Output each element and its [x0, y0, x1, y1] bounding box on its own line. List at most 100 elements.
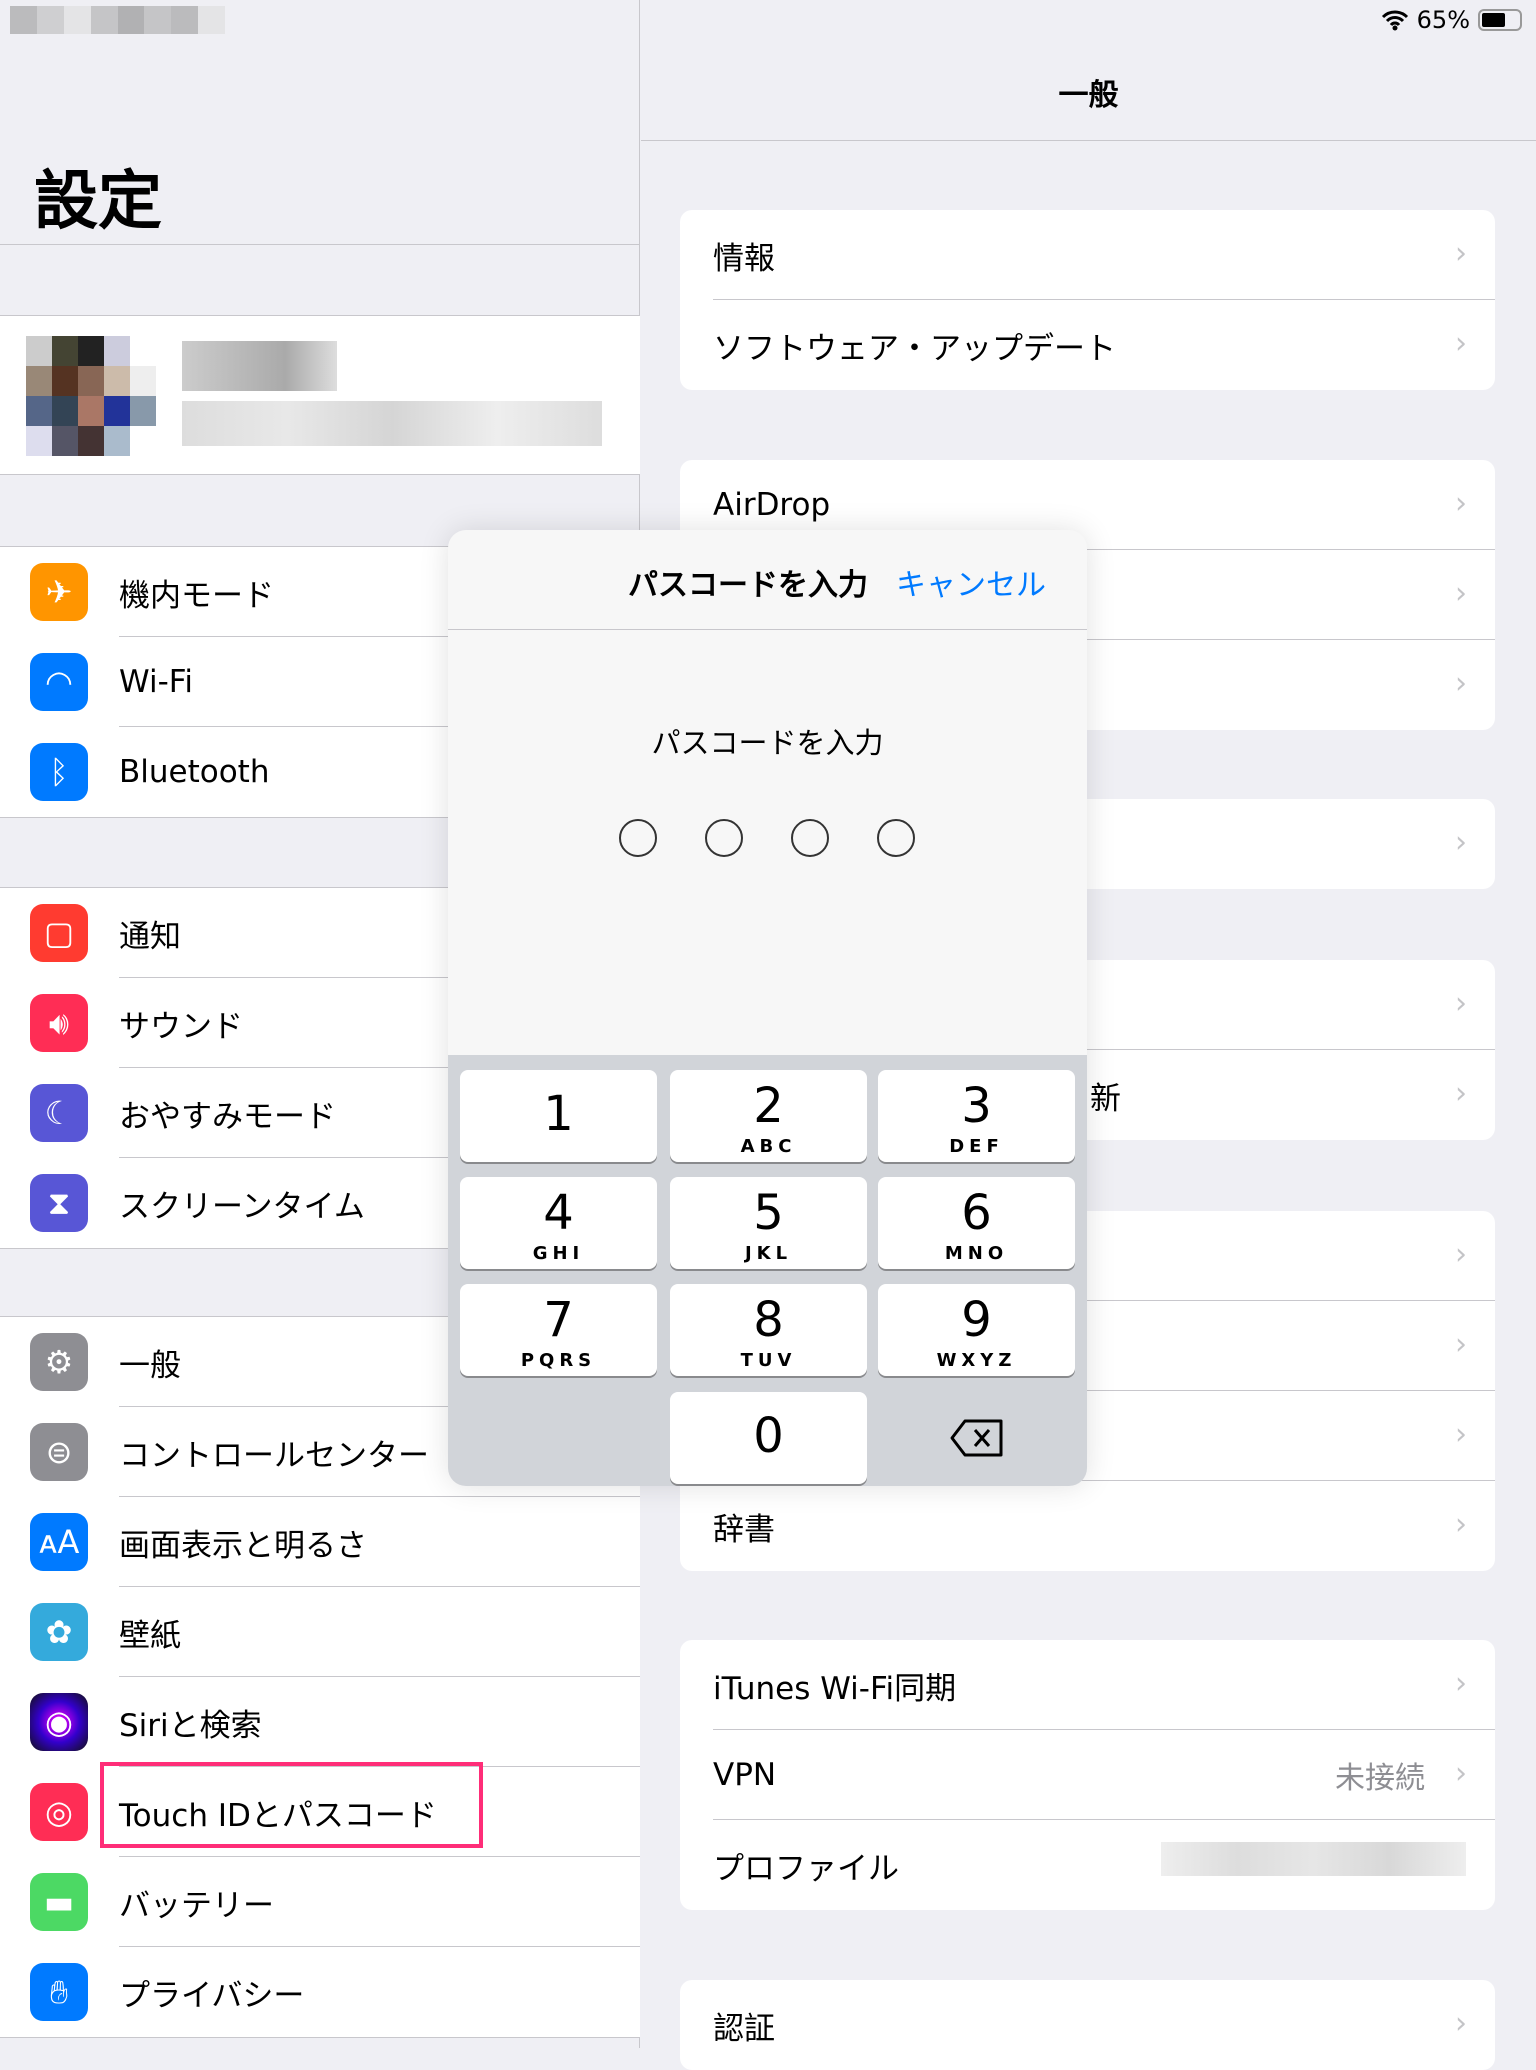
row-label: AirDrop — [713, 487, 831, 523]
row-label: 情報 — [713, 240, 775, 277]
sidebar-item-label: 機内モード — [119, 577, 274, 614]
chevron-right-icon: › — [1455, 576, 1467, 611]
key-6[interactable]: 6 MNO — [878, 1177, 1075, 1269]
settings-row[interactable]: 辞書 › — [680, 1481, 1495, 1571]
key-letters: ABC — [740, 1136, 797, 1157]
passcode-dot — [791, 819, 829, 857]
key-0[interactable]: 0 — [670, 1392, 867, 1484]
blurred-name — [182, 341, 337, 391]
key-digit: 9 — [961, 1292, 992, 1348]
passcode-dialog: パスコードを入力 キャンセル パスコードを入力 1 2 ABC 3 DEF 4 GHI 5 JK… — [448, 530, 1087, 1486]
row-label: 辞書 — [713, 1511, 775, 1548]
sidebar-item-label: バッテリー — [119, 1887, 274, 1924]
sidebar-item-label: サウンド — [119, 1008, 243, 1045]
key-letters: PQRS — [520, 1350, 597, 1371]
highlight-box — [100, 1762, 483, 1848]
chevron-right-icon: › — [1455, 1666, 1467, 1701]
gear-icon: ⚙ — [30, 1333, 88, 1391]
key-digit: 7 — [543, 1292, 574, 1348]
moon-icon: ☾ — [30, 1084, 88, 1142]
auth-card: 認証 › — [680, 1980, 1495, 2070]
sidebar-item-label: Siriと検索 — [119, 1707, 262, 1744]
divider — [641, 140, 1536, 141]
settings-row[interactable]: iTunes Wi-Fi同期 › — [680, 1640, 1495, 1730]
chevron-right-icon: › — [1455, 2006, 1467, 2041]
passcode-dot — [705, 819, 743, 857]
key-3[interactable]: 3 DEF — [878, 1070, 1075, 1162]
key-letters: DEF — [949, 1136, 1004, 1157]
key-digit: 5 — [753, 1185, 784, 1241]
settings-row[interactable]: 認証 › — [680, 1980, 1495, 2070]
chevron-right-icon: › — [1455, 486, 1467, 521]
key-letters: JKL — [744, 1243, 793, 1264]
sidebar-item[interactable]: ▬ バッテリー — [0, 1857, 640, 1947]
key-9[interactable]: 9 WXYZ — [878, 1284, 1075, 1376]
settings-row[interactable]: 情報 › — [680, 210, 1495, 300]
row-label: プロファイル — [713, 1850, 899, 1887]
status-bar: 65% — [1381, 6, 1522, 34]
chevron-right-icon: › — [1455, 825, 1467, 860]
passcode-dot — [877, 819, 915, 857]
profile-cell[interactable] — [0, 315, 640, 475]
key-digit: 6 — [961, 1185, 992, 1241]
sidebar-item[interactable]: ✿ 壁紙 — [0, 1587, 640, 1677]
delete-backspace-icon[interactable] — [878, 1392, 1075, 1484]
passcode-dot — [619, 819, 657, 857]
key-2[interactable]: 2 ABC — [670, 1070, 867, 1162]
sidebar-item-label: 壁紙 — [119, 1617, 181, 1654]
row-label: ソフトウェア・アップデート — [713, 330, 1116, 367]
battery-icon: ▬ — [30, 1873, 88, 1931]
sidebar-item-label: コントロールセンター — [119, 1437, 429, 1474]
airplane-icon: ✈ — [30, 563, 88, 621]
blurred-time — [10, 6, 225, 34]
chevron-right-icon: › — [1455, 1237, 1467, 1272]
key-digit: 1 — [543, 1086, 574, 1142]
cancel-button[interactable]: キャンセル — [896, 560, 1046, 604]
siri-icon: ◉ — [30, 1693, 88, 1751]
chevron-right-icon: › — [1455, 986, 1467, 1021]
settings-row[interactable]: VPN 未接続 › — [680, 1730, 1495, 1820]
chevron-right-icon: › — [1455, 1076, 1467, 1111]
key-1[interactable]: 1 — [460, 1070, 657, 1162]
wifi-icon — [1381, 10, 1408, 31]
sidebar-item[interactable]: ᴀA 画面表示と明るさ — [0, 1497, 640, 1587]
toggle-icon: ⊜ — [30, 1423, 88, 1481]
sidebar-item[interactable]: ✋︎ プライバシー — [0, 1947, 640, 2037]
key-digit: 2 — [753, 1078, 784, 1134]
sidebar-item-label: Bluetooth — [119, 754, 270, 790]
sidebar-item-label: 通知 — [119, 918, 181, 955]
page-title: 設定 — [34, 165, 162, 239]
hand-icon: ✋︎ — [30, 1963, 88, 2021]
avatar — [26, 336, 156, 456]
chevron-right-icon: › — [1455, 236, 1467, 271]
chevron-right-icon: › — [1455, 1507, 1467, 1542]
chevron-right-icon: › — [1455, 666, 1467, 701]
nav-title: 一般 — [1058, 78, 1119, 113]
key-8[interactable]: 8 TUV — [670, 1284, 867, 1376]
key-letters: GHI — [532, 1243, 585, 1264]
key-5[interactable]: 5 JKL — [670, 1177, 867, 1269]
sidebar-item-label: スクリーンタイム — [119, 1188, 365, 1225]
key-7[interactable]: 7 PQRS — [460, 1284, 657, 1376]
sidebar-item[interactable]: ◉ Siriと検索 — [0, 1677, 640, 1767]
key-4[interactable]: 4 GHI — [460, 1177, 657, 1269]
sidebar-item-label: Wi-Fi — [119, 664, 193, 700]
settings-row[interactable]: ソフトウェア・アップデート › — [680, 300, 1495, 390]
sidebar-item-label: プライバシー — [119, 1977, 305, 2014]
row-label: 認証 — [713, 2010, 775, 2047]
key-letters: TUV — [740, 1350, 797, 1371]
divider — [0, 244, 640, 245]
chevron-right-icon: › — [1455, 1327, 1467, 1362]
battery-percent: 65% — [1416, 6, 1470, 34]
key-digit: 8 — [753, 1292, 784, 1348]
fingerprint-icon: ◎ — [30, 1783, 88, 1841]
dialog-header: パスコードを入力 キャンセル — [448, 530, 1087, 630]
blurred-subtitle — [182, 401, 602, 446]
notification-icon: ▢ — [30, 904, 88, 962]
key-letters: WXYZ — [936, 1350, 1017, 1371]
text-size-icon: ᴀA — [30, 1513, 88, 1571]
key-letters: MNO — [944, 1243, 1009, 1264]
row-value: 未接続 — [1335, 1761, 1425, 1796]
chevron-right-icon: › — [1455, 1756, 1467, 1791]
dialog-title: パスコードを入力 — [628, 568, 868, 603]
